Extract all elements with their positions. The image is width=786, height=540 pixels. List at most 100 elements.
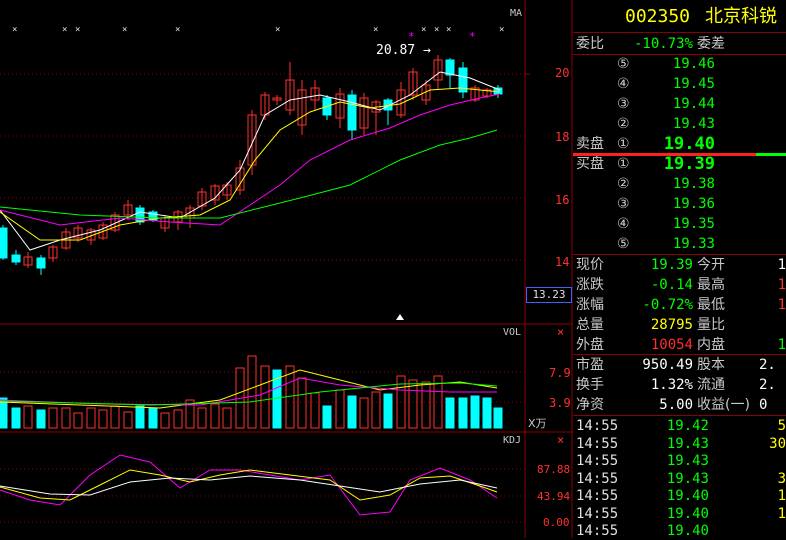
stat-value-2: 1 (777, 257, 786, 273)
sell-level-row[interactable]: ⑤ 19.46 (573, 54, 786, 74)
candle-body (11, 254, 21, 263)
vol-unit-label: X万 (528, 417, 547, 430)
kdj-d-line (0, 475, 498, 496)
stat-row: 涨幅 -0.72% 最低 1 (573, 295, 786, 315)
stat-value: -0.14 (650, 277, 693, 293)
candle-body (0, 227, 8, 259)
buy-price: 19.33 (672, 236, 715, 252)
candle-body (347, 94, 357, 131)
kdj-close-icon[interactable]: × (557, 433, 564, 447)
tick-volume: 30 (769, 435, 786, 452)
signal-marker: × (175, 25, 180, 35)
volume-bar (160, 412, 170, 429)
sell-level-row[interactable]: 卖盘 ① 19.40 (573, 134, 786, 154)
candle-body (445, 59, 455, 76)
fin-label-2: 收益(一) (697, 397, 750, 413)
stat-value: 10054 (650, 337, 693, 353)
fin-row: 净资 5.00 收益(一) 0 (573, 395, 786, 415)
tick-price: 19.42 (666, 418, 709, 434)
sell-price: 19.40 (663, 134, 715, 154)
signal-marker: × (122, 25, 127, 35)
volume-bar (110, 405, 120, 429)
volume-bar (470, 395, 480, 429)
stat-value: 19.39 (650, 257, 693, 273)
fin-row: 换手 1.32% 流通 2. (573, 375, 786, 395)
volume-bar (335, 389, 345, 429)
ma20-line (0, 93, 501, 226)
volume-bar (458, 397, 468, 429)
tick-row: 14:55 19.42 5 (573, 418, 786, 435)
volume-bar (383, 393, 393, 429)
stock-code: 002350 (625, 6, 691, 27)
quote-panel: 002350 北京科锐 委比 -10.73% 委差 ⑤ 19.46 ④ 19.4… (573, 0, 786, 539)
tick-time: 14:55 (576, 418, 619, 434)
price-candles (0, 55, 503, 275)
vol-axis-label-mid: 3.9 (549, 396, 571, 410)
stat-label: 外盘 (576, 337, 604, 353)
tick-price: 19.43 (666, 435, 709, 452)
tick-time: 14:55 (576, 470, 619, 487)
tick-row: 14:55 19.43 30 (573, 436, 786, 453)
price-axis-label-20: 20 (555, 66, 570, 80)
kdj-lines (0, 454, 498, 516)
stat-label-2: 最低 (697, 297, 725, 313)
stat-label: 总量 (576, 317, 604, 333)
buy-level-row[interactable]: 买盘 ① 19.39 (573, 154, 786, 174)
stat-label-2: 最高 (697, 277, 725, 293)
sell-price: 19.44 (672, 96, 715, 112)
fin-value-2: 2. (759, 377, 776, 393)
sell-level-row[interactable]: ② 19.43 (573, 114, 786, 134)
stat-label: 涨幅 (576, 297, 604, 313)
volume-bar (222, 407, 232, 429)
vol-indicator-label: VOL (503, 327, 522, 338)
stat-label-2: 今开 (697, 257, 725, 273)
ma-indicator-label: MA (510, 8, 523, 19)
volume-bar (173, 409, 183, 429)
tick-price: 19.40 (666, 505, 709, 522)
buy-label: 买盘 (576, 156, 604, 172)
vol-close-icon[interactable]: × (557, 325, 564, 339)
volume-bar (297, 377, 307, 429)
volume-bar (23, 405, 33, 429)
sell-level-row[interactable]: ④ 19.45 (573, 74, 786, 94)
stat-value-2: 1 (777, 337, 786, 353)
sell-level-row[interactable]: ③ 19.44 (573, 94, 786, 114)
volume-bar (86, 407, 96, 429)
buy-level-row[interactable]: ③ 19.36 (573, 194, 786, 214)
buy-level-row[interactable]: ⑤ 19.33 (573, 234, 786, 254)
buy-price: 19.35 (672, 216, 715, 232)
tick-volume: 1 (777, 488, 786, 504)
buy-level-row[interactable]: ④ 19.35 (573, 214, 786, 234)
volume-bar (73, 412, 83, 429)
separator (573, 32, 786, 33)
volume-bar (98, 409, 108, 429)
volume-bar (210, 403, 220, 429)
stock-title: 002350 北京科锐 (573, 3, 786, 31)
sell-price: 19.45 (672, 76, 715, 92)
current-price-tag: 13.23 (526, 287, 572, 303)
tick-row: 14:55 19.43 (573, 453, 786, 470)
volume-bar (123, 411, 133, 429)
volume-bar (148, 407, 158, 429)
tick-price: 19.43 (666, 470, 709, 487)
volume-bar (371, 391, 381, 429)
separator (573, 415, 786, 416)
volume-bar (493, 407, 503, 429)
candle-body (36, 257, 46, 269)
buy-level-row[interactable]: ② 19.38 (573, 174, 786, 194)
level-index: ① (617, 156, 630, 172)
sell-price: 19.46 (672, 56, 715, 72)
kdj-axis-label-low: 0.00 (543, 516, 570, 529)
weicha-label: 委差 (697, 36, 725, 52)
level-index: ② (617, 176, 630, 192)
kdj-axis-label-high: 87.88 (537, 463, 571, 476)
signal-marker: × (12, 25, 17, 35)
chart-canvas[interactable]: × × × × × × × × × × × * * (0, 0, 573, 538)
fin-label: 换手 (576, 377, 604, 393)
level-index: ③ (617, 96, 630, 112)
tick-volume: 1 (777, 505, 786, 522)
tick-time: 14:55 (576, 453, 619, 469)
kdj-indicator-label: KDJ (503, 435, 522, 446)
volume-bar (11, 407, 21, 429)
tick-row: 14:55 19.43 3 (573, 471, 786, 488)
